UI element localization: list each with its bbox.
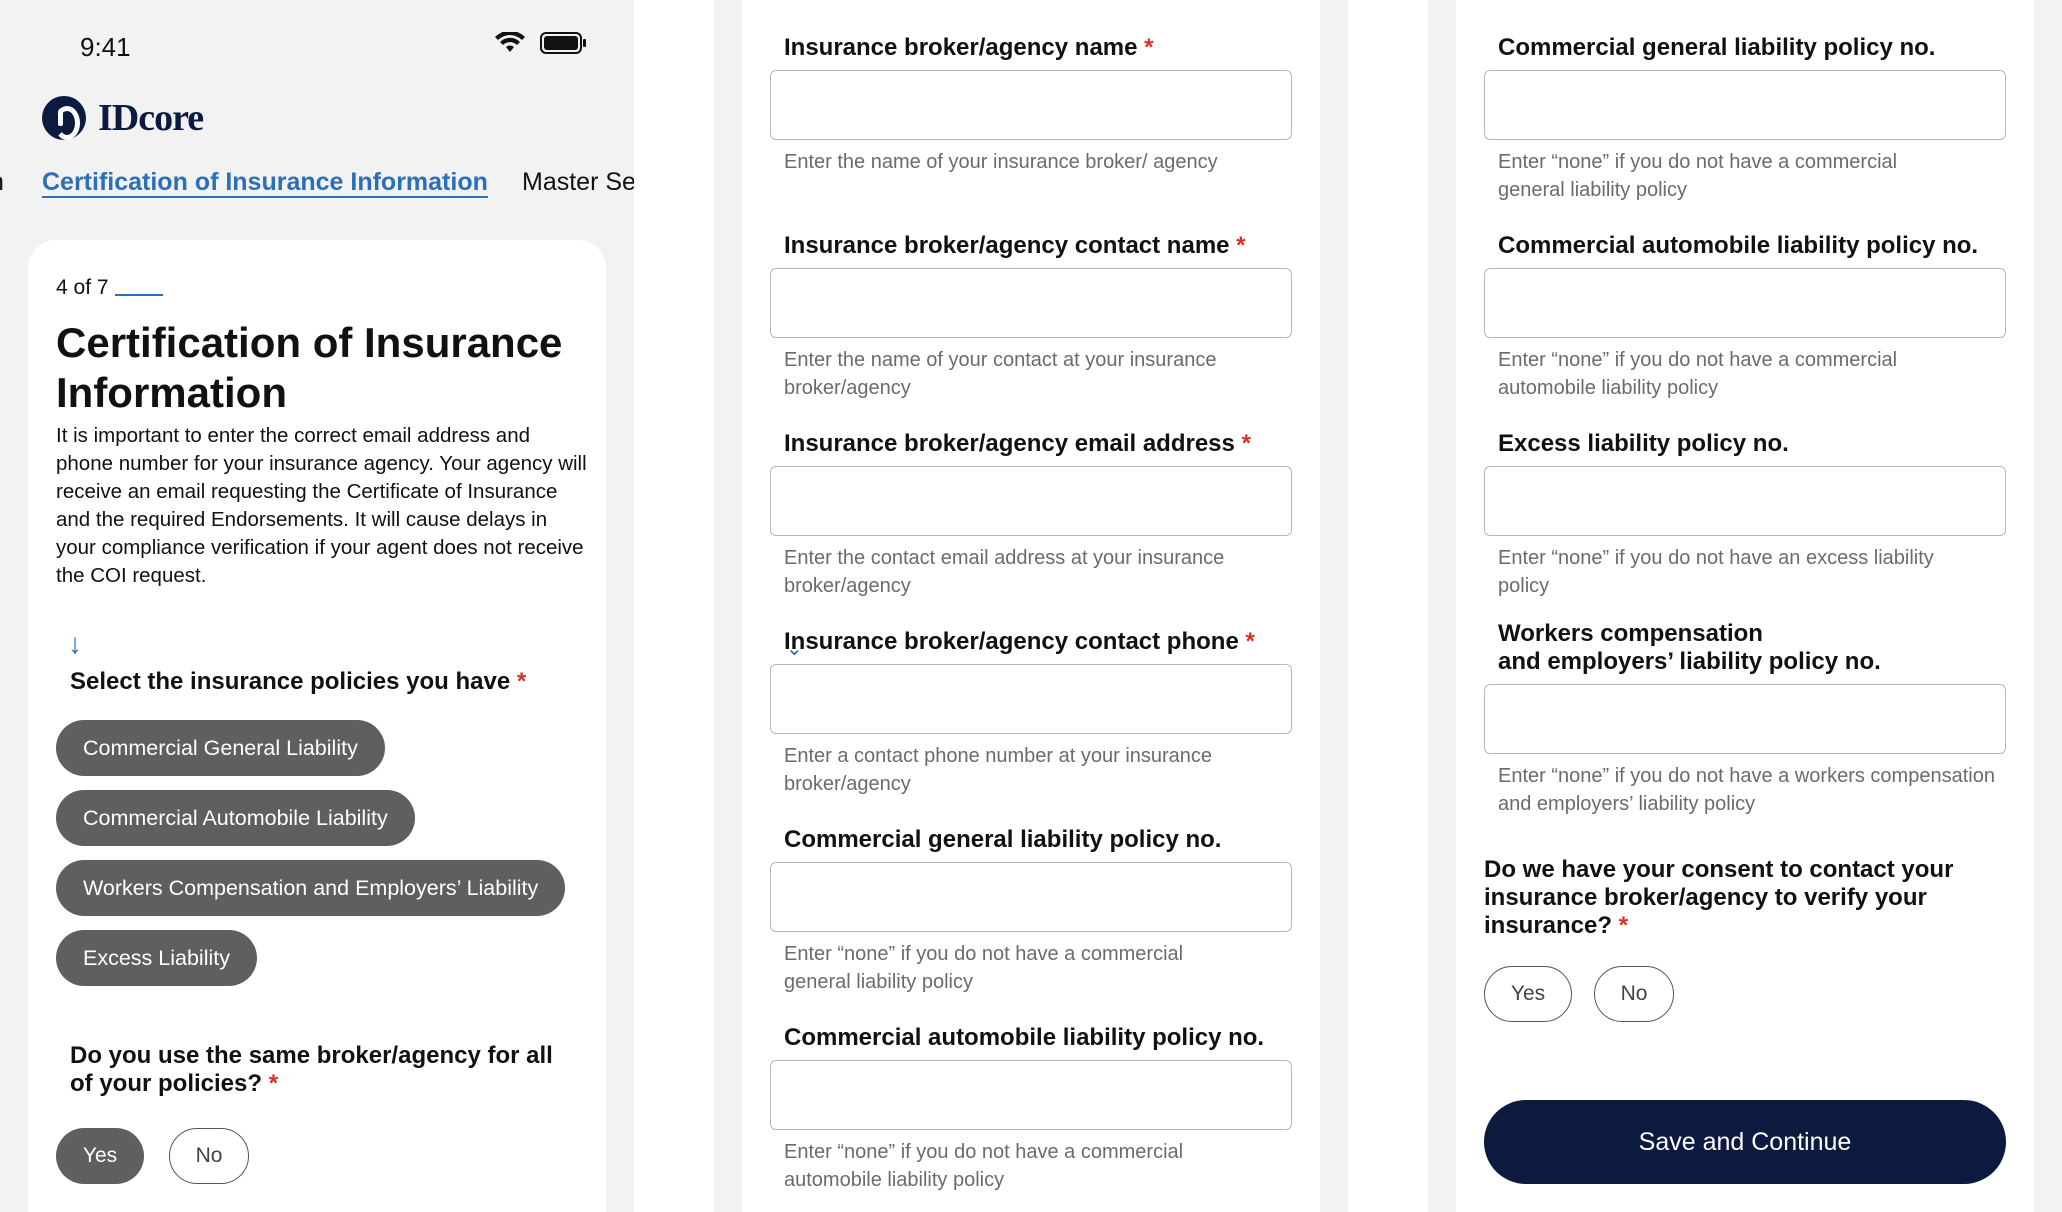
workers-comp-policy-label-line1: Workers compensation bbox=[1498, 620, 1763, 647]
required-marker: * bbox=[1236, 232, 1246, 259]
excess-liability-policy-help: Enter “none” if you do not have an exces… bbox=[1498, 547, 1934, 597]
broker-name-input[interactable] bbox=[770, 70, 1292, 140]
broker-phone-label: Insurance broker/agency contact phone * bbox=[784, 628, 1255, 656]
automobile-liability-policy-label: Commercial automobile liability policy n… bbox=[784, 1024, 1265, 1051]
logo[interactable]: IDcore bbox=[42, 96, 204, 140]
status-time: 9:41 bbox=[80, 32, 131, 62]
broker-email-input[interactable] bbox=[770, 466, 1292, 536]
broker-email-help: Enter the contact email address at your … bbox=[784, 547, 1225, 597]
same-broker-question-label: Do you use the same broker/agency for al… bbox=[70, 1042, 560, 1098]
section-tabs: n Certification of Insurance Information… bbox=[0, 168, 634, 208]
automobile-liability-policy-help: Enter “none” if you do not have a commer… bbox=[1498, 349, 1898, 399]
automobile-liability-policy-label: Commercial automobile liability policy n… bbox=[1498, 232, 1979, 259]
tab-previous[interactable]: n bbox=[0, 168, 4, 197]
screen-intro: 9:41 IDcore n Certification of Insurance… bbox=[0, 0, 634, 1212]
required-marker: * bbox=[516, 668, 527, 695]
broker-phone-help: Enter a contact phone number at your ins… bbox=[784, 745, 1213, 795]
page-description: It is important to enter the correct ema… bbox=[56, 424, 587, 587]
wifi-icon bbox=[495, 32, 525, 52]
automobile-liability-policy-help: Enter “none” if you do not have a commer… bbox=[784, 1141, 1184, 1191]
step-label: 4 of 7 bbox=[56, 276, 109, 299]
step-indicator: 4 of 7 bbox=[56, 276, 163, 300]
consent-no-button[interactable]: No bbox=[1594, 966, 1674, 1022]
excess-liability-policy-input[interactable] bbox=[1484, 466, 2006, 536]
broker-email-label-text: Insurance broker/agency email address bbox=[784, 430, 1235, 457]
save-and-continue-button[interactable]: Save and Continue bbox=[1484, 1100, 2006, 1184]
policies-question-label: Select the insurance policies you have * bbox=[70, 668, 526, 696]
form-card: Insurance broker/agency name * Enter the… bbox=[742, 0, 1320, 1212]
screen-policy-numbers: Commercial general liability policy no. … bbox=[1428, 0, 2062, 1212]
policy-chip-excess-liability[interactable]: Excess Liability bbox=[56, 930, 257, 986]
page-title: Certification of Insurance Information bbox=[56, 319, 563, 416]
policy-chip-workers-compensation[interactable]: Workers Compensation and Employers’ Liab… bbox=[56, 860, 566, 916]
required-marker: * bbox=[268, 1070, 279, 1097]
required-marker: * bbox=[1618, 912, 1629, 939]
policy-chip-general-liability[interactable]: Commercial General Liability bbox=[56, 720, 385, 776]
general-liability-policy-label: Commercial general liability policy no. bbox=[1498, 34, 1936, 61]
consent-yes-button[interactable]: Yes bbox=[1484, 966, 1572, 1022]
required-marker: * bbox=[1245, 628, 1255, 655]
general-liability-policy-help: Enter “none” if you do not have a commer… bbox=[784, 943, 1184, 993]
tab-certification-of-insurance[interactable]: Certification of Insurance Information bbox=[42, 168, 488, 197]
idcore-logo-icon bbox=[42, 96, 86, 140]
broker-name-label-text: Insurance broker/agency name bbox=[784, 34, 1138, 61]
chevron-down-icon: ⌄ bbox=[786, 638, 803, 660]
broker-contact-name-label: Insurance broker/agency contact name * bbox=[784, 232, 1246, 260]
arrow-down-icon: ↓ bbox=[68, 628, 82, 659]
broker-phone-label-text: Insurance broker/agency contact phone bbox=[784, 628, 1239, 655]
policy-chip-automobile-liability[interactable]: Commercial Automobile Liability bbox=[56, 790, 415, 846]
policies-question-text: Select the insurance policies you have bbox=[70, 668, 511, 695]
required-marker: * bbox=[1241, 430, 1251, 457]
general-liability-policy-help: Enter “none” if you do not have a commer… bbox=[1498, 151, 1898, 201]
battery-icon bbox=[540, 32, 586, 54]
screen-broker-details: Insurance broker/agency name * Enter the… bbox=[714, 0, 1348, 1212]
broker-phone-input[interactable] bbox=[770, 664, 1292, 734]
broker-contact-name-input[interactable] bbox=[770, 268, 1292, 338]
excess-liability-policy-label: Excess liability policy no. bbox=[1498, 430, 1789, 457]
same-broker-no-button[interactable]: No bbox=[169, 1128, 249, 1184]
consent-question-text: Do we have your consent to contact your … bbox=[1484, 856, 1954, 939]
workers-comp-policy-input[interactable] bbox=[1484, 684, 2006, 754]
same-broker-question-text: Do you use the same broker/agency for al… bbox=[70, 1042, 553, 1097]
logo-text: IDcore bbox=[98, 97, 204, 139]
general-liability-policy-input[interactable] bbox=[1484, 70, 2006, 140]
workers-comp-policy-help: Enter “none” if you do not have a worker… bbox=[1498, 765, 1995, 815]
tab-master-service[interactable]: Master Se bbox=[522, 168, 634, 197]
broker-email-label: Insurance broker/agency email address * bbox=[784, 430, 1251, 458]
step-progress-line bbox=[114, 294, 163, 296]
broker-name-help: Enter the name of your insurance broker/… bbox=[784, 151, 1218, 173]
workers-comp-policy-label-line2: and employers’ liability policy no. bbox=[1498, 648, 1881, 675]
form-card: Commercial general liability policy no. … bbox=[1456, 0, 2034, 1212]
consent-question-label: Do we have your consent to contact your … bbox=[1484, 856, 2004, 940]
broker-name-label: Insurance broker/agency name * bbox=[784, 34, 1154, 62]
form-card: 4 of 7 Certification of Insurance Inform… bbox=[28, 240, 606, 1212]
general-liability-policy-input[interactable] bbox=[770, 862, 1292, 932]
same-broker-yes-button[interactable]: Yes bbox=[56, 1128, 144, 1184]
status-icons bbox=[494, 32, 586, 54]
required-marker: * bbox=[1144, 34, 1154, 61]
automobile-liability-policy-input[interactable] bbox=[770, 1060, 1292, 1130]
workers-comp-policy-label: Workers compensation and employers’ liab… bbox=[1498, 620, 1881, 676]
general-liability-policy-label: Commercial general liability policy no. bbox=[784, 826, 1222, 853]
automobile-liability-policy-input[interactable] bbox=[1484, 268, 2006, 338]
broker-contact-name-help: Enter the name of your contact at your i… bbox=[784, 349, 1217, 399]
broker-contact-name-label-text: Insurance broker/agency contact name bbox=[784, 232, 1230, 259]
